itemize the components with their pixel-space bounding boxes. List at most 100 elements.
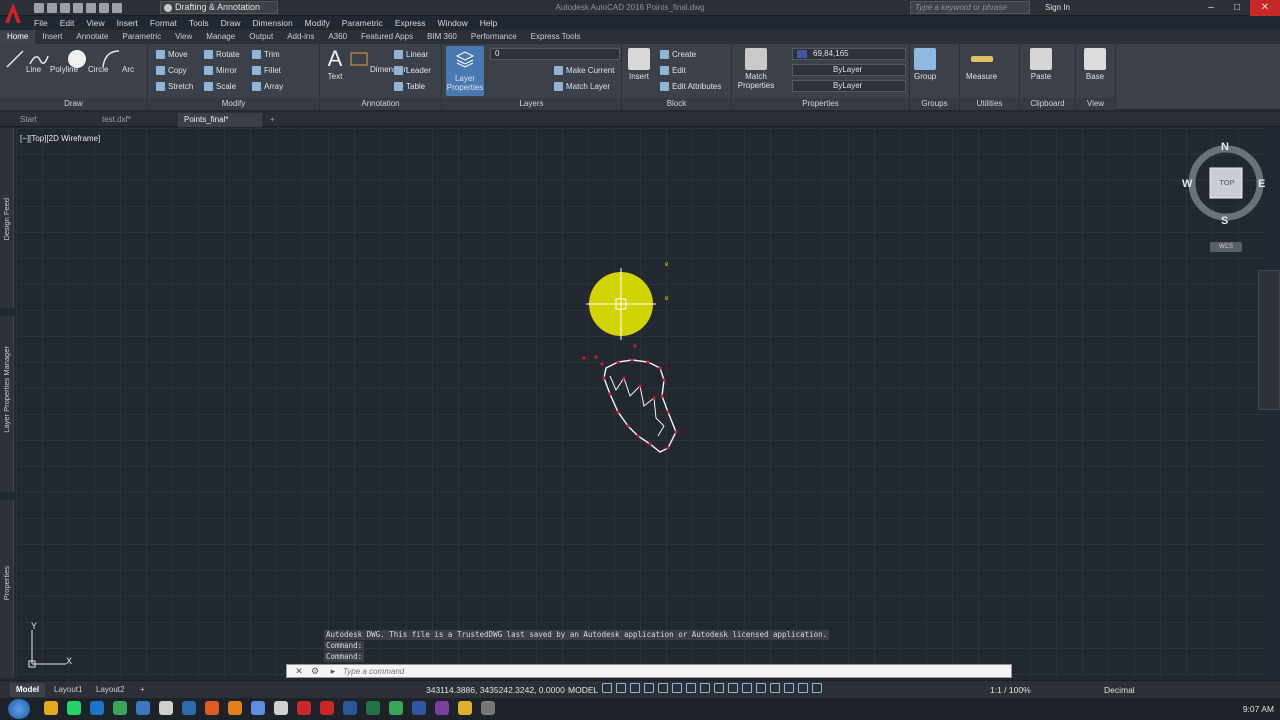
app2-icon[interactable] <box>136 701 150 715</box>
open-icon[interactable] <box>47 3 57 13</box>
tab-output[interactable]: Output <box>242 30 280 44</box>
menu-window[interactable]: Window <box>432 16 474 30</box>
annotation-scale[interactable]: 1:1 / 100% <box>990 685 1031 695</box>
array-button[interactable]: Array <box>252 80 283 92</box>
command-line[interactable]: ✕ ⚙ ▸ <box>286 664 1012 678</box>
gizmo-icon[interactable] <box>784 683 794 693</box>
word-icon[interactable] <box>343 701 357 715</box>
navigation-bar[interactable] <box>1258 270 1280 410</box>
tab-a360[interactable]: A360 <box>321 30 354 44</box>
layout-tab-layout2[interactable]: Layout2 <box>90 683 130 697</box>
tab-home[interactable]: Home <box>0 30 36 44</box>
compass-e[interactable]: E <box>1258 178 1265 190</box>
command-input[interactable] <box>343 665 1003 677</box>
new-tab-icon[interactable]: + <box>266 113 282 127</box>
workspace-switcher[interactable]: Drafting & Annotation <box>160 1 278 14</box>
recent-commands-icon[interactable]: ▸ <box>327 665 339 677</box>
dynamic-ucs-icon[interactable] <box>756 683 766 693</box>
layer-properties-button[interactable]: Layer Properties <box>446 46 484 96</box>
linear-button[interactable]: Linear <box>394 48 428 60</box>
polar-icon[interactable] <box>644 683 654 693</box>
match-properties-button[interactable]: Match Properties <box>736 48 776 90</box>
excel-icon[interactable] <box>366 701 380 715</box>
object-snap-tracking-icon[interactable] <box>672 683 682 693</box>
doctab-start[interactable]: Start <box>14 113 94 127</box>
menu-parametric[interactable]: Parametric <box>336 16 389 30</box>
selection-cycling-icon[interactable] <box>728 683 738 693</box>
compass-n[interactable]: N <box>1221 141 1229 153</box>
clipboard-panel-label[interactable]: Clipboard <box>1020 98 1075 110</box>
view-panel-label[interactable]: View <box>1076 98 1115 110</box>
plot-icon[interactable] <box>86 3 96 13</box>
create-block-button[interactable]: Create <box>660 48 696 60</box>
sign-in-button[interactable]: Sign In <box>1045 3 1070 12</box>
match-layer-button[interactable]: Match Layer <box>554 80 610 92</box>
menu-edit[interactable]: Edit <box>54 16 81 30</box>
table-button[interactable]: Table <box>394 80 425 92</box>
autocad-logo-icon[interactable] <box>4 2 22 24</box>
menu-format[interactable]: Format <box>144 16 183 30</box>
3d-osnap-icon[interactable] <box>742 683 752 693</box>
scale-button[interactable]: Scale <box>204 80 236 92</box>
menu-modify[interactable]: Modify <box>299 16 336 30</box>
fillet-button[interactable]: Fillet <box>252 64 281 76</box>
make-current-button[interactable]: Make Current <box>554 64 614 76</box>
start-button[interactable] <box>8 699 30 719</box>
menu-dimension[interactable]: Dimension <box>247 16 299 30</box>
insert-block-button[interactable]: Insert <box>628 48 650 81</box>
skype-icon[interactable] <box>90 701 104 715</box>
text-button[interactable]: A Text <box>324 48 346 82</box>
base-button[interactable]: Base <box>1084 48 1106 81</box>
tab-manage[interactable]: Manage <box>199 30 242 44</box>
new-icon[interactable] <box>34 3 44 13</box>
rotate-button[interactable]: Rotate <box>204 48 240 60</box>
menu-help[interactable]: Help <box>474 16 503 30</box>
tab-parametric[interactable]: Parametric <box>115 30 168 44</box>
onenote-icon[interactable] <box>435 701 449 715</box>
selection-filter-icon[interactable] <box>770 683 780 693</box>
paste-button[interactable]: Paste <box>1030 48 1052 81</box>
tab-performance[interactable]: Performance <box>464 30 524 44</box>
undo-icon[interactable] <box>99 3 109 13</box>
move-button[interactable]: Move <box>156 48 188 60</box>
trim-button[interactable]: Trim <box>252 48 280 60</box>
tab-bim-360[interactable]: BIM 360 <box>420 30 464 44</box>
snap-icon[interactable] <box>616 683 626 693</box>
properties-panel-label[interactable]: Properties <box>732 98 909 110</box>
save-icon[interactable] <box>60 3 70 13</box>
app-icon[interactable] <box>113 701 127 715</box>
tab-add-ins[interactable]: Add-ins <box>280 30 321 44</box>
object-snap-icon[interactable] <box>686 683 696 693</box>
color-combo[interactable]: 69,84,165 <box>792 48 906 60</box>
search-input[interactable]: Type a keyword or phrase <box>910 1 1030 14</box>
measure-button[interactable]: Measure <box>966 48 997 81</box>
isodraft-icon[interactable] <box>658 683 668 693</box>
close-command-line-icon[interactable]: ✕ <box>293 665 305 677</box>
edit-attributes-button[interactable]: Edit Attributes <box>660 80 721 92</box>
maximize-icon[interactable]: □ <box>1224 0 1250 16</box>
grid-icon[interactable] <box>602 683 612 693</box>
layout-tab-layout1[interactable]: Layout1 <box>48 683 88 697</box>
menu-tools[interactable]: Tools <box>183 16 215 30</box>
saveas-icon[interactable] <box>73 3 83 13</box>
layers-panel-label[interactable]: Layers <box>442 98 621 110</box>
customize-icon[interactable]: ⚙ <box>309 665 321 677</box>
coordinates-readout[interactable]: 343114.3886, 3435242.3242, 0.0000 <box>426 685 565 695</box>
whatsapp-icon[interactable] <box>67 701 81 715</box>
compass-w[interactable]: W <box>1182 178 1192 190</box>
design-feed-palette[interactable]: Design Feed <box>0 128 14 308</box>
modify-panel-label[interactable]: Modify <box>148 98 319 110</box>
layer-properties-palette[interactable]: Layer Properties Manager <box>0 316 14 492</box>
layout-tab-model[interactable]: Model <box>10 683 46 697</box>
mirror-button[interactable]: Mirror <box>204 64 237 76</box>
edit-block-button[interactable]: Edit <box>660 64 686 76</box>
app10-icon[interactable] <box>481 701 495 715</box>
ortho-icon[interactable] <box>630 683 640 693</box>
tab-featured-apps[interactable]: Featured Apps <box>354 30 420 44</box>
group-button[interactable]: Group <box>914 48 936 81</box>
autocad-taskbar-icon[interactable] <box>297 701 311 715</box>
app3-icon[interactable] <box>159 701 173 715</box>
app8-icon[interactable] <box>274 701 288 715</box>
properties-palette[interactable]: Properties <box>0 500 14 678</box>
chrome-icon[interactable] <box>44 701 58 715</box>
